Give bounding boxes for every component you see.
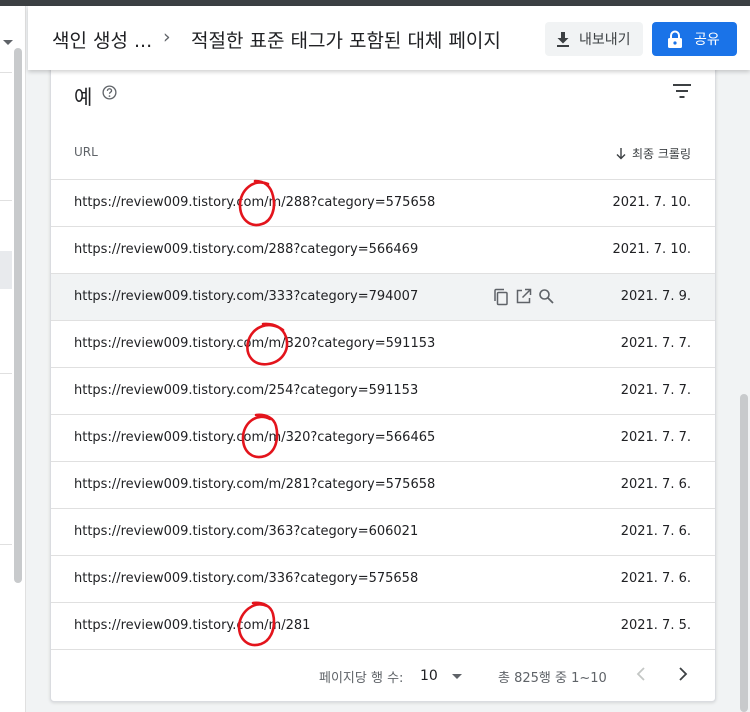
export-button[interactable]: 내보내기 — [545, 22, 643, 56]
card-title: 예 — [74, 85, 93, 109]
table-row[interactable]: https://review009.tistory.com/m/288?cate… — [51, 180, 715, 227]
row-date: 2021. 7. 5. — [620, 618, 691, 633]
chevron-right-icon[interactable] — [676, 665, 690, 683]
table-row[interactable]: https://review009.tistory.com/288?catego… — [51, 227, 715, 274]
row-date: 2021. 7. 9. — [620, 289, 691, 304]
column-header-url[interactable]: URL — [74, 145, 98, 159]
table-row[interactable]: https://review009.tistory.com/336?catego… — [51, 556, 715, 603]
search-icon[interactable] — [538, 288, 555, 305]
row-date: 2021. 7. 7. — [620, 383, 691, 398]
left-scrollbar[interactable] — [14, 48, 22, 583]
help-circle-icon[interactable] — [102, 85, 117, 100]
download-icon — [557, 31, 569, 47]
row-url: https://review009.tistory.com/m/288?cate… — [74, 195, 436, 210]
table-row[interactable]: https://review009.tistory.com/m/320?cate… — [51, 321, 715, 368]
row-url: https://review009.tistory.com/254?catego… — [74, 383, 419, 398]
rows-per-page-select[interactable]: 10 — [420, 668, 438, 684]
breadcrumb-separator: › — [163, 26, 171, 48]
left-navigation-pane — [0, 6, 26, 712]
row-date: 2021. 7. 7. — [620, 336, 691, 351]
chevron-left-icon[interactable] — [634, 665, 648, 683]
row-url: https://review009.tistory.com/m/320?cate… — [74, 430, 436, 445]
row-date: 2021. 7. 6. — [620, 477, 691, 492]
pagination-range: 총 825행 중 1~10 — [498, 671, 607, 686]
nav-selected-item[interactable] — [0, 251, 12, 289]
page-scrollbar[interactable] — [740, 394, 748, 712]
breadcrumb-parent[interactable]: 색인 생성 ... — [52, 26, 152, 53]
filter-icon[interactable] — [673, 84, 691, 98]
table-row-hovered[interactable]: https://review009.tistory.com/333?catego… — [51, 274, 715, 321]
pagination-bar: 페이지당 행 수: 10 총 825행 중 1~10 — [51, 651, 715, 699]
row-date: 2021. 7. 10. — [612, 242, 691, 257]
row-date: 2021. 7. 7. — [620, 430, 691, 445]
open-in-new-icon[interactable] — [515, 288, 532, 305]
row-date: 2021. 7. 10. — [612, 195, 691, 210]
row-date: 2021. 7. 6. — [620, 524, 691, 539]
row-url: https://review009.tistory.com/363?catego… — [74, 524, 419, 539]
table-row[interactable]: https://review009.tistory.com/363?catego… — [51, 509, 715, 556]
rows-per-page-label: 페이지당 행 수: — [319, 671, 404, 686]
row-url: https://review009.tistory.com/336?catego… — [74, 571, 419, 586]
row-url: https://review009.tistory.com/288?catego… — [74, 242, 419, 257]
chevron-down-icon[interactable] — [452, 674, 462, 679]
column-header-last-crawl[interactable]: 최종 크롤링 — [616, 145, 691, 162]
table-row[interactable]: https://review009.tistory.com/254?catego… — [51, 368, 715, 415]
examples-card: 예 URL 최종 크롤링 https://review009.tistory.c… — [50, 60, 716, 702]
table-body: https://review009.tistory.com/m/288?cate… — [51, 180, 715, 650]
page-header: 색인 생성 ... › 적절한 표준 태그가 포함된 대체 페이지 내보내기 공… — [28, 6, 750, 70]
row-url: https://review009.tistory.com/m/281 — [74, 618, 311, 633]
share-label: 공유 — [694, 32, 720, 48]
last-crawl-label: 최종 크롤링 — [631, 147, 691, 161]
row-url: https://review009.tistory.com/m/281?cate… — [74, 477, 436, 492]
arrow-down-icon — [616, 147, 626, 159]
table-row[interactable]: https://review009.tistory.com/m/320?cate… — [51, 415, 715, 462]
row-date: 2021. 7. 6. — [620, 571, 691, 586]
lock-icon — [668, 30, 682, 48]
share-button[interactable]: 공유 — [652, 22, 737, 56]
export-label: 내보내기 — [579, 32, 631, 48]
row-url: https://review009.tistory.com/m/320?cate… — [74, 336, 436, 351]
row-url: https://review009.tistory.com/333?catego… — [74, 289, 419, 304]
table-row[interactable]: https://review009.tistory.com/m/281?cate… — [51, 462, 715, 509]
row-actions — [493, 288, 555, 306]
chevron-down-icon[interactable] — [3, 40, 13, 45]
copy-icon[interactable] — [493, 288, 509, 306]
table-row[interactable]: https://review009.tistory.com/m/281 2021… — [51, 603, 715, 650]
page-title: 적절한 표준 태그가 포함된 대체 페이지 — [191, 30, 501, 52]
